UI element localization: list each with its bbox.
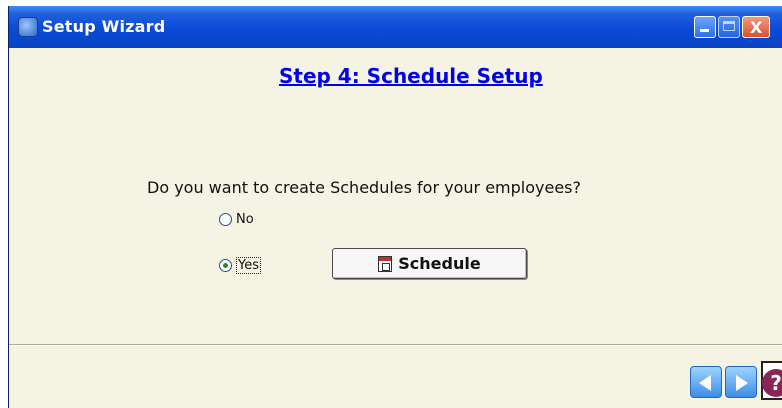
step-title: Step 4: Schedule Setup <box>279 64 543 88</box>
window-title: Setup Wizard <box>42 17 166 36</box>
question-icon: ? <box>762 369 782 397</box>
help-button[interactable]: ? <box>761 361 782 400</box>
radio-option-yes[interactable]: Yes <box>219 257 261 274</box>
calendar-icon <box>378 255 393 272</box>
next-button[interactable] <box>725 366 757 398</box>
setup-wizard-window: Setup Wizard Step 4: Schedule Setup Do y… <box>8 6 782 408</box>
app-wizard-icon <box>18 17 38 37</box>
radio-no[interactable] <box>219 213 232 226</box>
help-button-frame: ? <box>761 361 782 400</box>
radio-yes[interactable] <box>219 259 232 272</box>
back-button[interactable] <box>690 366 722 398</box>
schedule-button-label: Schedule <box>398 254 481 273</box>
title-bar[interactable]: Setup Wizard <box>9 6 782 48</box>
radio-yes-label: Yes <box>236 257 261 274</box>
schedule-button[interactable]: Schedule <box>332 248 527 279</box>
minimize-button[interactable] <box>694 16 716 38</box>
radio-option-no[interactable]: No <box>219 212 254 227</box>
maximize-button[interactable] <box>718 16 740 38</box>
question-text: Do you want to create Schedules for your… <box>147 178 581 197</box>
radio-no-label: No <box>236 212 254 227</box>
close-button[interactable] <box>742 16 770 38</box>
footer-divider <box>9 344 782 346</box>
